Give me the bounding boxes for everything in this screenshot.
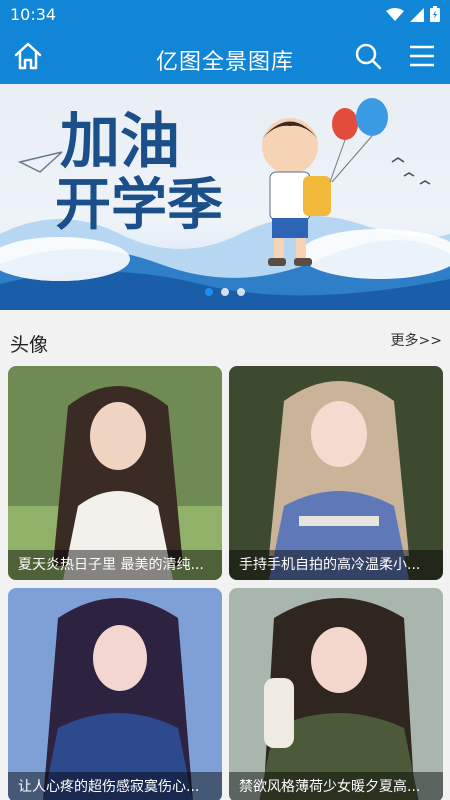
banner-carousel[interactable]: 加油 开学季 [0,84,450,310]
section-header: 头像 更多>> [0,322,450,360]
battery-icon [430,6,440,26]
wifi-icon [386,7,404,26]
image-card[interactable]: 手持手机自拍的高冷温柔小... [229,366,443,580]
section-title: 头像 [10,334,49,356]
status-icons [386,6,440,26]
banner-illustration: 加油 开学季 [0,98,450,310]
signal-icon [410,7,424,26]
carousel-dot[interactable] [221,288,229,296]
search-button[interactable] [350,40,386,76]
app-bar: 亿图全景图库 [0,32,450,84]
card-caption: 禁欲风格薄荷少女暖夕夏高... [229,772,443,800]
status-bar: 10:34 [0,0,450,32]
card-thumbnail [8,588,222,800]
more-link[interactable]: 更多>> [391,330,442,350]
image-card[interactable]: 禁欲风格薄荷少女暖夕夏高... [229,588,443,800]
search-icon [354,42,382,74]
card-caption: 夏天炎热日子里 最美的清纯... [8,550,222,580]
carousel-dot[interactable] [237,288,245,296]
status-time: 10:34 [10,5,57,24]
card-thumbnail [8,366,222,580]
carousel-dot[interactable] [205,288,213,296]
card-caption: 手持手机自拍的高冷温柔小... [229,550,443,580]
banner-headline-1: 加油 [60,107,180,177]
image-card[interactable]: 夏天炎热日子里 最美的清纯... [8,366,222,580]
image-card[interactable]: 让人心疼的超伤感寂寞伤心... [8,588,222,800]
menu-button[interactable] [404,40,440,76]
carousel-indicator [0,288,450,296]
card-caption: 让人心疼的超伤感寂寞伤心... [8,772,222,800]
menu-icon [408,44,436,72]
card-thumbnail [229,366,443,580]
card-thumbnail [229,588,443,800]
banner-headline-2: 开学季 [55,173,223,238]
